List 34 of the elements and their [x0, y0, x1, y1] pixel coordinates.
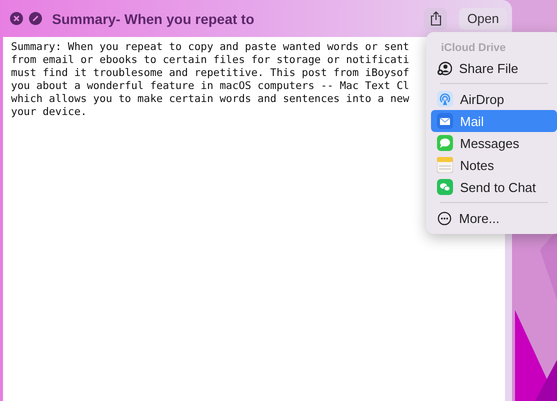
- chat-icon: [437, 179, 453, 195]
- menu-section-header: iCloud Drive: [440, 41, 507, 56]
- menu-item-label: More...: [459, 210, 500, 226]
- window-title: Summary- When you repeat to: [52, 10, 256, 26]
- menu-item-label: Send to Chat: [460, 180, 536, 194]
- menu-item[interactable]: AirDrop: [431, 88, 557, 110]
- menu-item-label: Messages: [460, 136, 520, 150]
- share-icon: [430, 11, 442, 26]
- menu-item-label: Share File: [459, 60, 518, 76]
- menu-item[interactable]: More...: [431, 207, 557, 229]
- share-button[interactable]: [424, 8, 448, 30]
- menu-item[interactable]: Send to Chat: [431, 176, 557, 198]
- text-line: your device.: [11, 106, 87, 119]
- airdrop-icon: [437, 91, 453, 107]
- menu-item-label: Notes: [460, 158, 494, 172]
- text-line: you about a wonderful feature in macOS computers -- Mac Text Cl: [11, 80, 410, 93]
- speech-bubble-icon: [437, 135, 453, 151]
- envelope-icon: [437, 113, 453, 129]
- menu-item[interactable]: Notes: [431, 154, 557, 176]
- text-line: from email or ebooks to certain files for storage or notificati: [11, 54, 410, 67]
- menu-item-label: AirDrop: [460, 92, 504, 106]
- menu-item-label: Mail: [460, 114, 484, 128]
- menu-item[interactable]: Messages: [431, 132, 557, 154]
- text-line: Summary: When you repeat to copy and paste wanted words or sent: [11, 41, 410, 54]
- menu-item[interactable]: Share File: [431, 57, 557, 79]
- text-line: must find it troublesome and repetitive. This post from iBoysof: [11, 67, 410, 80]
- open-button[interactable]: Open: [459, 8, 507, 30]
- no-entry-icon[interactable]: [29, 12, 42, 25]
- text-line: which allows you to make certain words and sentences into a new: [11, 93, 410, 106]
- more-icon: [437, 210, 452, 226]
- menu-item[interactable]: Mail: [431, 110, 557, 132]
- notepad-icon: [437, 157, 453, 173]
- person-icon: [437, 60, 452, 76]
- close-icon[interactable]: [10, 12, 23, 25]
